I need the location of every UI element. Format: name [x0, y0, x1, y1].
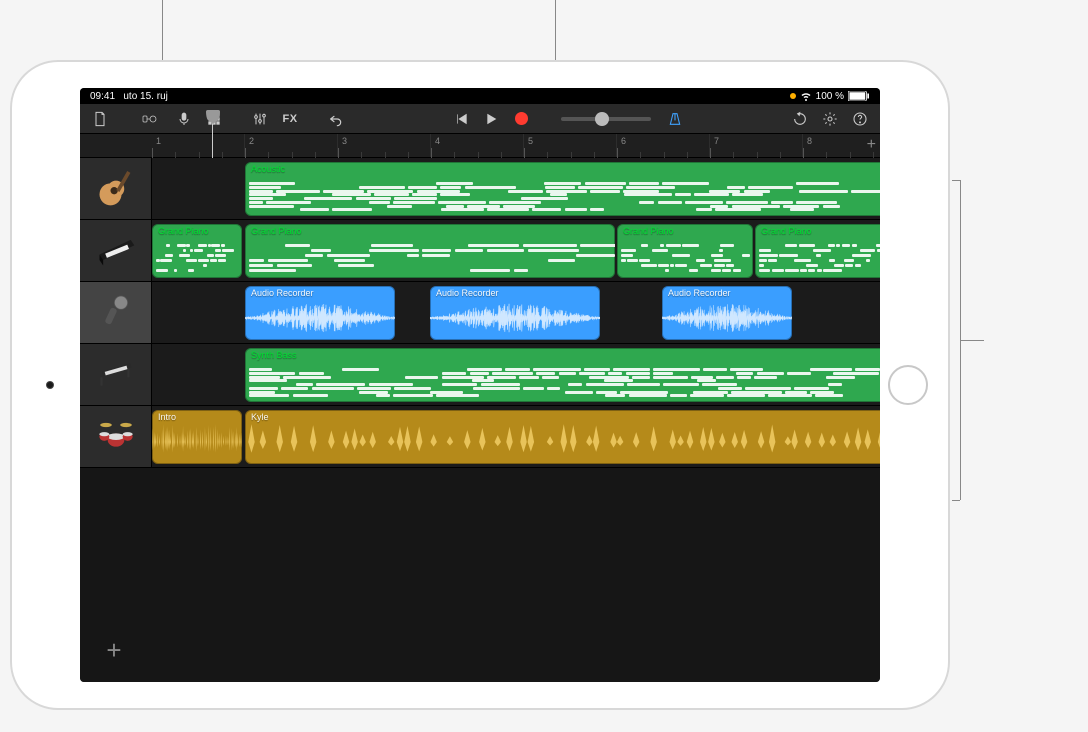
- track-header-drums[interactable]: [80, 406, 152, 467]
- region[interactable]: Audio Recorder: [430, 286, 600, 340]
- region-label: Intro: [158, 412, 176, 422]
- region-label: Synth Bass: [251, 350, 297, 360]
- track: Acoustic: [80, 158, 880, 220]
- region[interactable]: Audio Recorder: [662, 286, 792, 340]
- bar-number: 6: [621, 136, 626, 146]
- callout-line-1: [162, 0, 163, 60]
- track-header-synth[interactable]: [80, 344, 152, 405]
- go-to-start-button[interactable]: [447, 107, 475, 131]
- region[interactable]: Acoustic: [245, 162, 880, 216]
- play-button[interactable]: [477, 107, 505, 131]
- status-time: 09:41: [90, 91, 115, 102]
- callout-line-2: [555, 0, 556, 60]
- region[interactable]: Audio Recorder: [245, 286, 395, 340]
- track-header-guitar[interactable]: [80, 158, 152, 219]
- fx-button[interactable]: FX: [276, 107, 304, 131]
- camera: [46, 381, 54, 389]
- undo-button[interactable]: [322, 107, 350, 131]
- settings-button[interactable]: [816, 107, 844, 131]
- track-lane[interactable]: Audio Recorder Audio Recorder Audio Record…: [152, 282, 880, 343]
- add-track-button[interactable]: +: [96, 632, 132, 668]
- tracks-area: AcousticGrand PianoGrand PianoGrand Pian…: [80, 158, 880, 682]
- hotspot-icon: [790, 93, 796, 99]
- status-bar: 09:41 uto 15. ruj 100 %: [80, 88, 880, 104]
- callout-bracket-top: [952, 180, 960, 181]
- track-lane[interactable]: Intro Kyle: [152, 406, 880, 467]
- track-lane[interactable]: Acoustic: [152, 158, 880, 219]
- bar-number: 1: [156, 136, 161, 146]
- region-label: Kyle: [251, 412, 269, 422]
- region-label: Audio Recorder: [436, 288, 499, 298]
- home-button[interactable]: [888, 365, 928, 405]
- region[interactable]: Grand Piano: [152, 224, 242, 278]
- region[interactable]: Synth Bass: [245, 348, 880, 402]
- region[interactable]: Intro: [152, 410, 242, 464]
- loop-browser-button[interactable]: [786, 107, 814, 131]
- bar-number: 8: [807, 136, 812, 146]
- track-header-mic[interactable]: [80, 282, 152, 343]
- region[interactable]: Kyle: [245, 410, 880, 464]
- ruler-row: + 1 2 3 4 5 6 7 8: [80, 134, 880, 158]
- ipad-frame: 09:41 uto 15. ruj 100 %: [10, 60, 950, 710]
- callout-bracket-bot: [952, 500, 960, 501]
- piano-icon: [94, 227, 138, 274]
- record-icon: [515, 112, 528, 125]
- region-label: Grand Piano: [251, 226, 302, 236]
- bar-number: 7: [714, 136, 719, 146]
- ruler[interactable]: + 1 2 3 4 5 6 7 8: [152, 134, 880, 157]
- metronome-button[interactable]: [661, 107, 689, 131]
- region[interactable]: Grand Piano: [617, 224, 753, 278]
- track: Grand Piano Grand Piano Grand Piano Grand P…: [80, 220, 880, 282]
- mic-icon: [96, 291, 136, 334]
- track-header-piano[interactable]: [80, 220, 152, 281]
- status-date: uto 15. ruj: [123, 91, 167, 102]
- track: Audio Recorder Audio Recorder Audio Record…: [80, 282, 880, 344]
- mixer-button[interactable]: [246, 107, 274, 131]
- ruler-pad: [80, 134, 152, 157]
- my-songs-button[interactable]: [86, 107, 114, 131]
- track: Intro Kyle: [80, 406, 880, 468]
- help-button[interactable]: [846, 107, 874, 131]
- region[interactable]: Grand Piano: [245, 224, 615, 278]
- track: Synth Bass: [80, 344, 880, 406]
- region-label: Grand Piano: [623, 226, 674, 236]
- guitar-icon: [94, 165, 138, 212]
- master-volume-slider[interactable]: [561, 117, 651, 121]
- battery-icon: [848, 91, 870, 101]
- synth-icon: [93, 356, 139, 393]
- track-lane[interactable]: Synth Bass: [152, 344, 880, 405]
- instrument-browser-button[interactable]: [132, 107, 168, 131]
- app-screen: 09:41 uto 15. ruj 100 %: [80, 88, 880, 682]
- fx-label: FX: [282, 113, 297, 125]
- drums-icon: [93, 415, 139, 458]
- add-section-button[interactable]: +: [867, 136, 876, 154]
- bar-number: 2: [249, 136, 254, 146]
- track-lane[interactable]: Grand Piano Grand Piano Grand Piano Grand P…: [152, 220, 880, 281]
- record-button[interactable]: [507, 107, 535, 131]
- region-label: Grand Piano: [761, 226, 812, 236]
- bar-number: 5: [528, 136, 533, 146]
- region-label: Audio Recorder: [668, 288, 731, 298]
- empty-tracks-area: [80, 468, 880, 682]
- toolbar: FX: [80, 104, 880, 134]
- bar-number: 3: [342, 136, 347, 146]
- microphone-button[interactable]: [170, 107, 198, 131]
- wifi-icon: [800, 90, 812, 102]
- region[interactable]: Grand Piano: [755, 224, 880, 278]
- region-label: Acoustic: [251, 164, 285, 174]
- region-label: Grand Piano: [158, 226, 209, 236]
- battery-pct: 100 %: [816, 91, 844, 102]
- volume-knob: [595, 112, 609, 126]
- region-label: Audio Recorder: [251, 288, 314, 298]
- bar-number: 4: [435, 136, 440, 146]
- callout-bracket-stem: [960, 340, 984, 341]
